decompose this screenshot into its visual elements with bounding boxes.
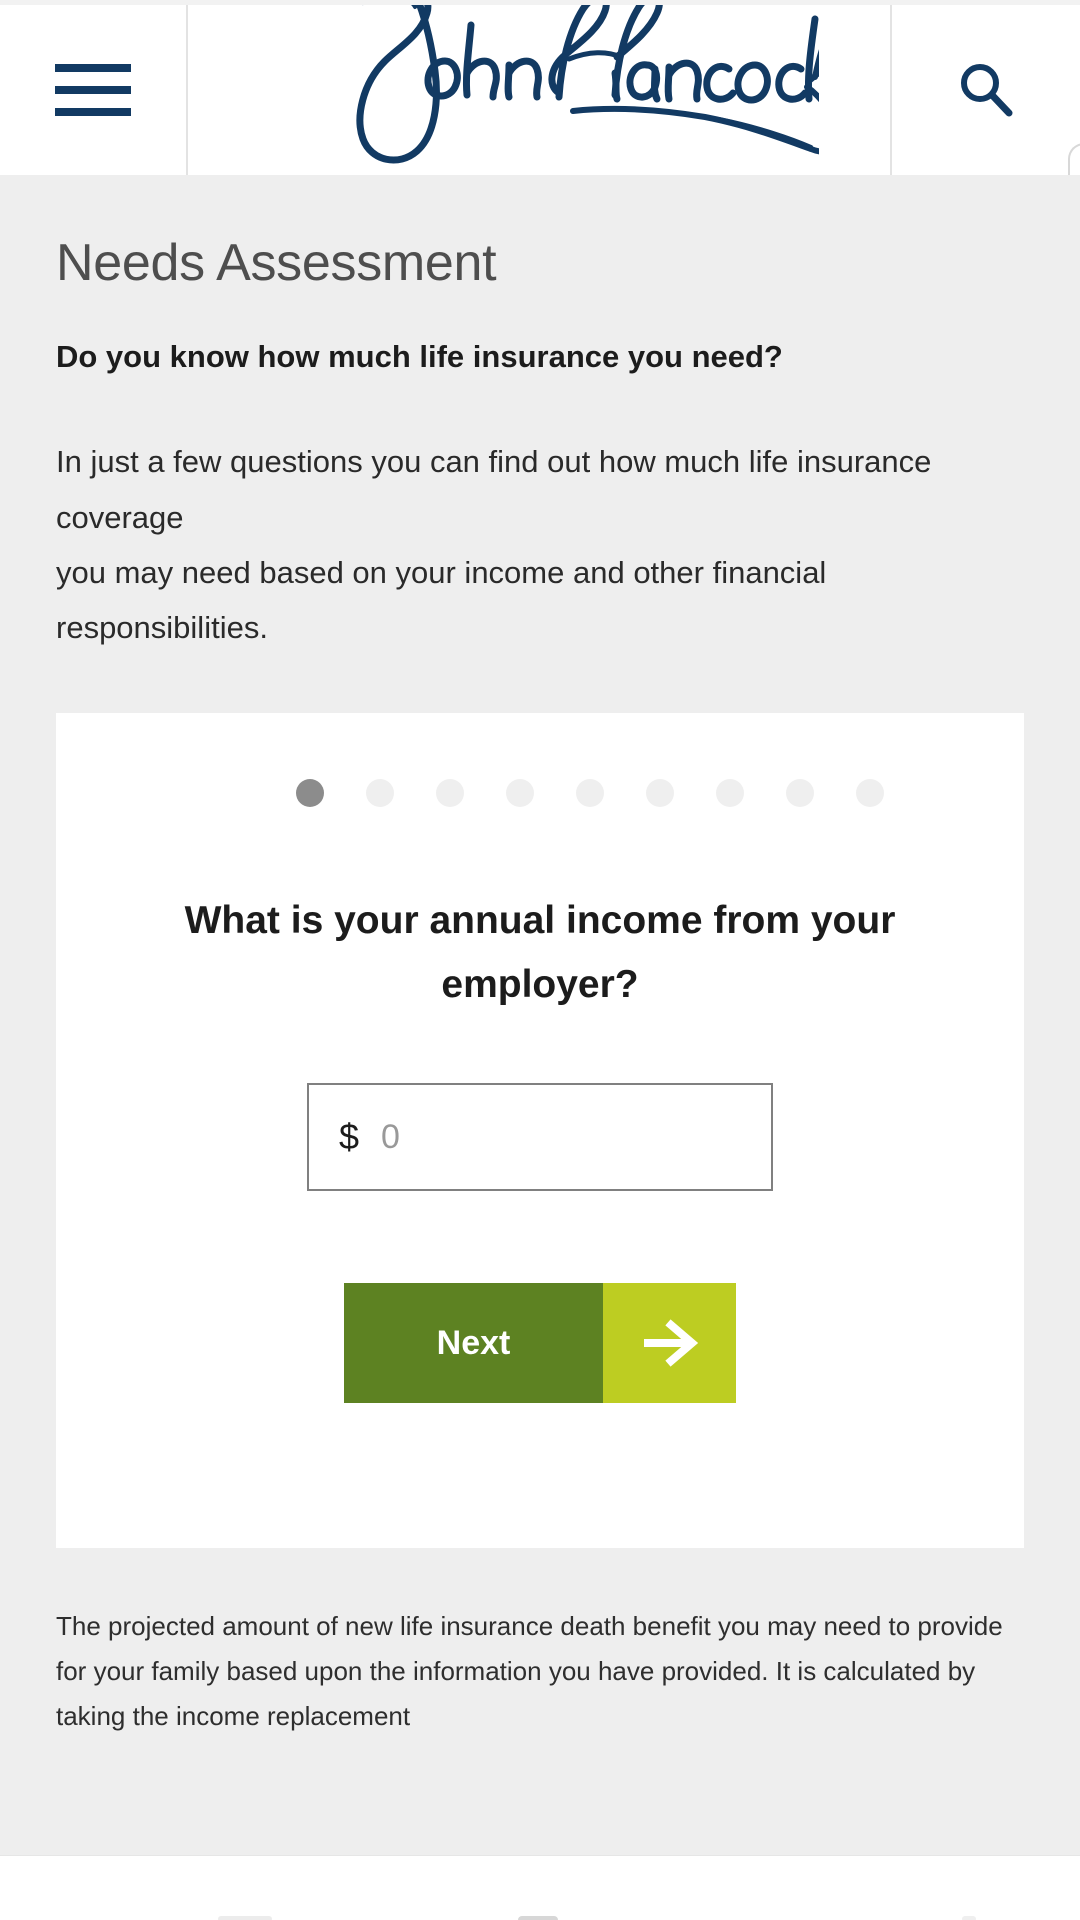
progress-dot-3[interactable] xyxy=(436,779,464,807)
currency-symbol: $ xyxy=(339,1119,359,1155)
progress-dot-5[interactable] xyxy=(576,779,604,807)
hamburger-menu-icon xyxy=(55,64,131,116)
assessment-question: What is your annual income from your emp… xyxy=(100,889,980,1017)
progress-dot-9[interactable] xyxy=(856,779,884,807)
annual-income-input[interactable] xyxy=(381,1107,721,1167)
content-container: Needs Assessment Do you know how much li… xyxy=(0,175,1080,1738)
intro-line-2: you may need based on your income and ot… xyxy=(56,555,826,645)
site-header: R xyxy=(0,5,1080,175)
search-icon xyxy=(953,57,1019,123)
john-hancock-signature-icon: R xyxy=(259,5,819,174)
progress-dots xyxy=(100,713,980,807)
intro-paragraph: In just a few questions you can find out… xyxy=(56,434,976,655)
menu-button[interactable] xyxy=(0,5,188,175)
browser-bottom-bar xyxy=(0,1855,1080,1920)
browser-nav-hint-left[interactable] xyxy=(218,1916,272,1920)
progress-dot-8[interactable] xyxy=(786,779,814,807)
page-body: Needs Assessment Do you know how much li… xyxy=(0,175,1080,1855)
next-button-label: Next xyxy=(344,1283,603,1403)
assessment-card: What is your annual income from your emp… xyxy=(56,713,1024,1548)
progress-dot-4[interactable] xyxy=(506,779,534,807)
next-button[interactable]: Next xyxy=(344,1283,736,1403)
browser-nav-hint-right[interactable] xyxy=(962,1916,976,1920)
intro-line-1: In just a few questions you can find out… xyxy=(56,444,931,534)
progress-dot-6[interactable] xyxy=(646,779,674,807)
next-button-arrow xyxy=(603,1283,736,1403)
disclaimer-text: The projected amount of new life insuran… xyxy=(56,1604,1024,1738)
progress-dot-1[interactable] xyxy=(296,779,324,807)
arrow-right-icon xyxy=(638,1317,702,1369)
annual-income-field[interactable]: $ xyxy=(307,1083,773,1191)
search-button[interactable] xyxy=(892,5,1080,175)
lead-question: Do you know how much life insurance you … xyxy=(56,332,956,382)
progress-dot-7[interactable] xyxy=(716,779,744,807)
john-hancock-logo[interactable]: R xyxy=(188,5,892,175)
progress-dot-2[interactable] xyxy=(366,779,394,807)
browser-nav-hint-center[interactable] xyxy=(518,1916,558,1920)
page-title: Needs Assessment xyxy=(56,175,1024,292)
